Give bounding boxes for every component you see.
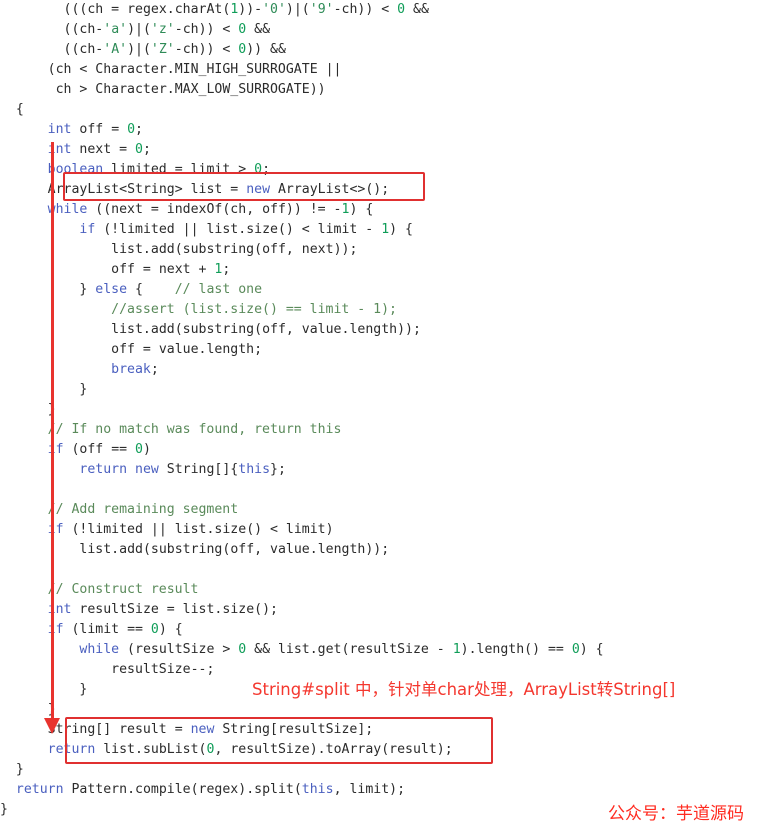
code-line: // Add remaining segment <box>47 502 239 517</box>
flow-arrow-line <box>51 142 54 722</box>
code-line: } <box>0 702 56 717</box>
code-line: ((ch-'a')|('z'-ch)) < 0 && <box>0 22 271 37</box>
code-line: off = value.length; <box>111 342 263 357</box>
code-line: (((ch = regex.charAt(1))-'0')|('9'-ch)) … <box>0 2 429 17</box>
code-line: off = next + 1; <box>111 262 231 277</box>
code-line: ArrayList<String> list = new ArrayList<>… <box>47 182 390 197</box>
code-line: if (!limited || list.size() < limit) <box>47 522 334 537</box>
code-line: list.add(substring(off, value.length)); <box>79 542 390 557</box>
code-line: if (!limited || list.size() < limit - 1)… <box>79 222 413 237</box>
code-line: ((ch-'A')|('Z'-ch)) < 0)) && <box>0 42 286 57</box>
code-line: ch > Character.MAX_LOW_SURROGATE)) <box>55 82 326 97</box>
code-line: } <box>0 382 88 397</box>
code-line: int off = 0; <box>47 122 143 137</box>
code-line: String[] result = new String[resultSize]… <box>47 722 374 737</box>
code-line: int resultSize = list.size(); <box>47 602 278 617</box>
code-line: (ch < Character.MIN_HIGH_SURROGATE || <box>0 62 342 77</box>
code-line: } <box>0 402 56 417</box>
code-line: // If no match was found, return this <box>47 422 342 437</box>
code-line: if (off == 0) <box>47 442 151 457</box>
code-line: break; <box>111 362 159 377</box>
code-line: if (limit == 0) { <box>47 622 183 637</box>
code-line: return new String[]{this}; <box>79 462 286 477</box>
code-line: int next = 0; <box>47 142 151 157</box>
watermark-label: 公众号：芋道源码 <box>608 804 744 824</box>
code-line: } else { // last one <box>0 282 263 297</box>
code-line: list.add(substring(off, value.length)); <box>111 322 421 337</box>
annotation-note: String#split 中，针对单char处理，ArrayList转Strin… <box>252 680 676 699</box>
code-line: // Construct result <box>47 582 199 597</box>
code-line: } <box>0 762 24 777</box>
flow-arrow-head <box>44 718 60 734</box>
code-line: list.add(substring(off, next)); <box>111 242 358 257</box>
code-line: return Pattern.compile(regex).split(this… <box>15 782 406 797</box>
code-line: //assert (list.size() == limit - 1); <box>111 302 397 317</box>
code-line: while (resultSize > 0 && list.get(result… <box>79 642 604 657</box>
code-line: boolean limited = limit > 0; <box>47 162 271 177</box>
code-line: while ((next = indexOf(ch, off)) != -1) … <box>47 202 374 217</box>
code-line: { <box>0 102 24 117</box>
code-block: (((ch = regex.charAt(1))-'0')|('9'-ch)) … <box>0 0 778 832</box>
code-line: return list.subList(0, resultSize).toArr… <box>47 742 453 757</box>
